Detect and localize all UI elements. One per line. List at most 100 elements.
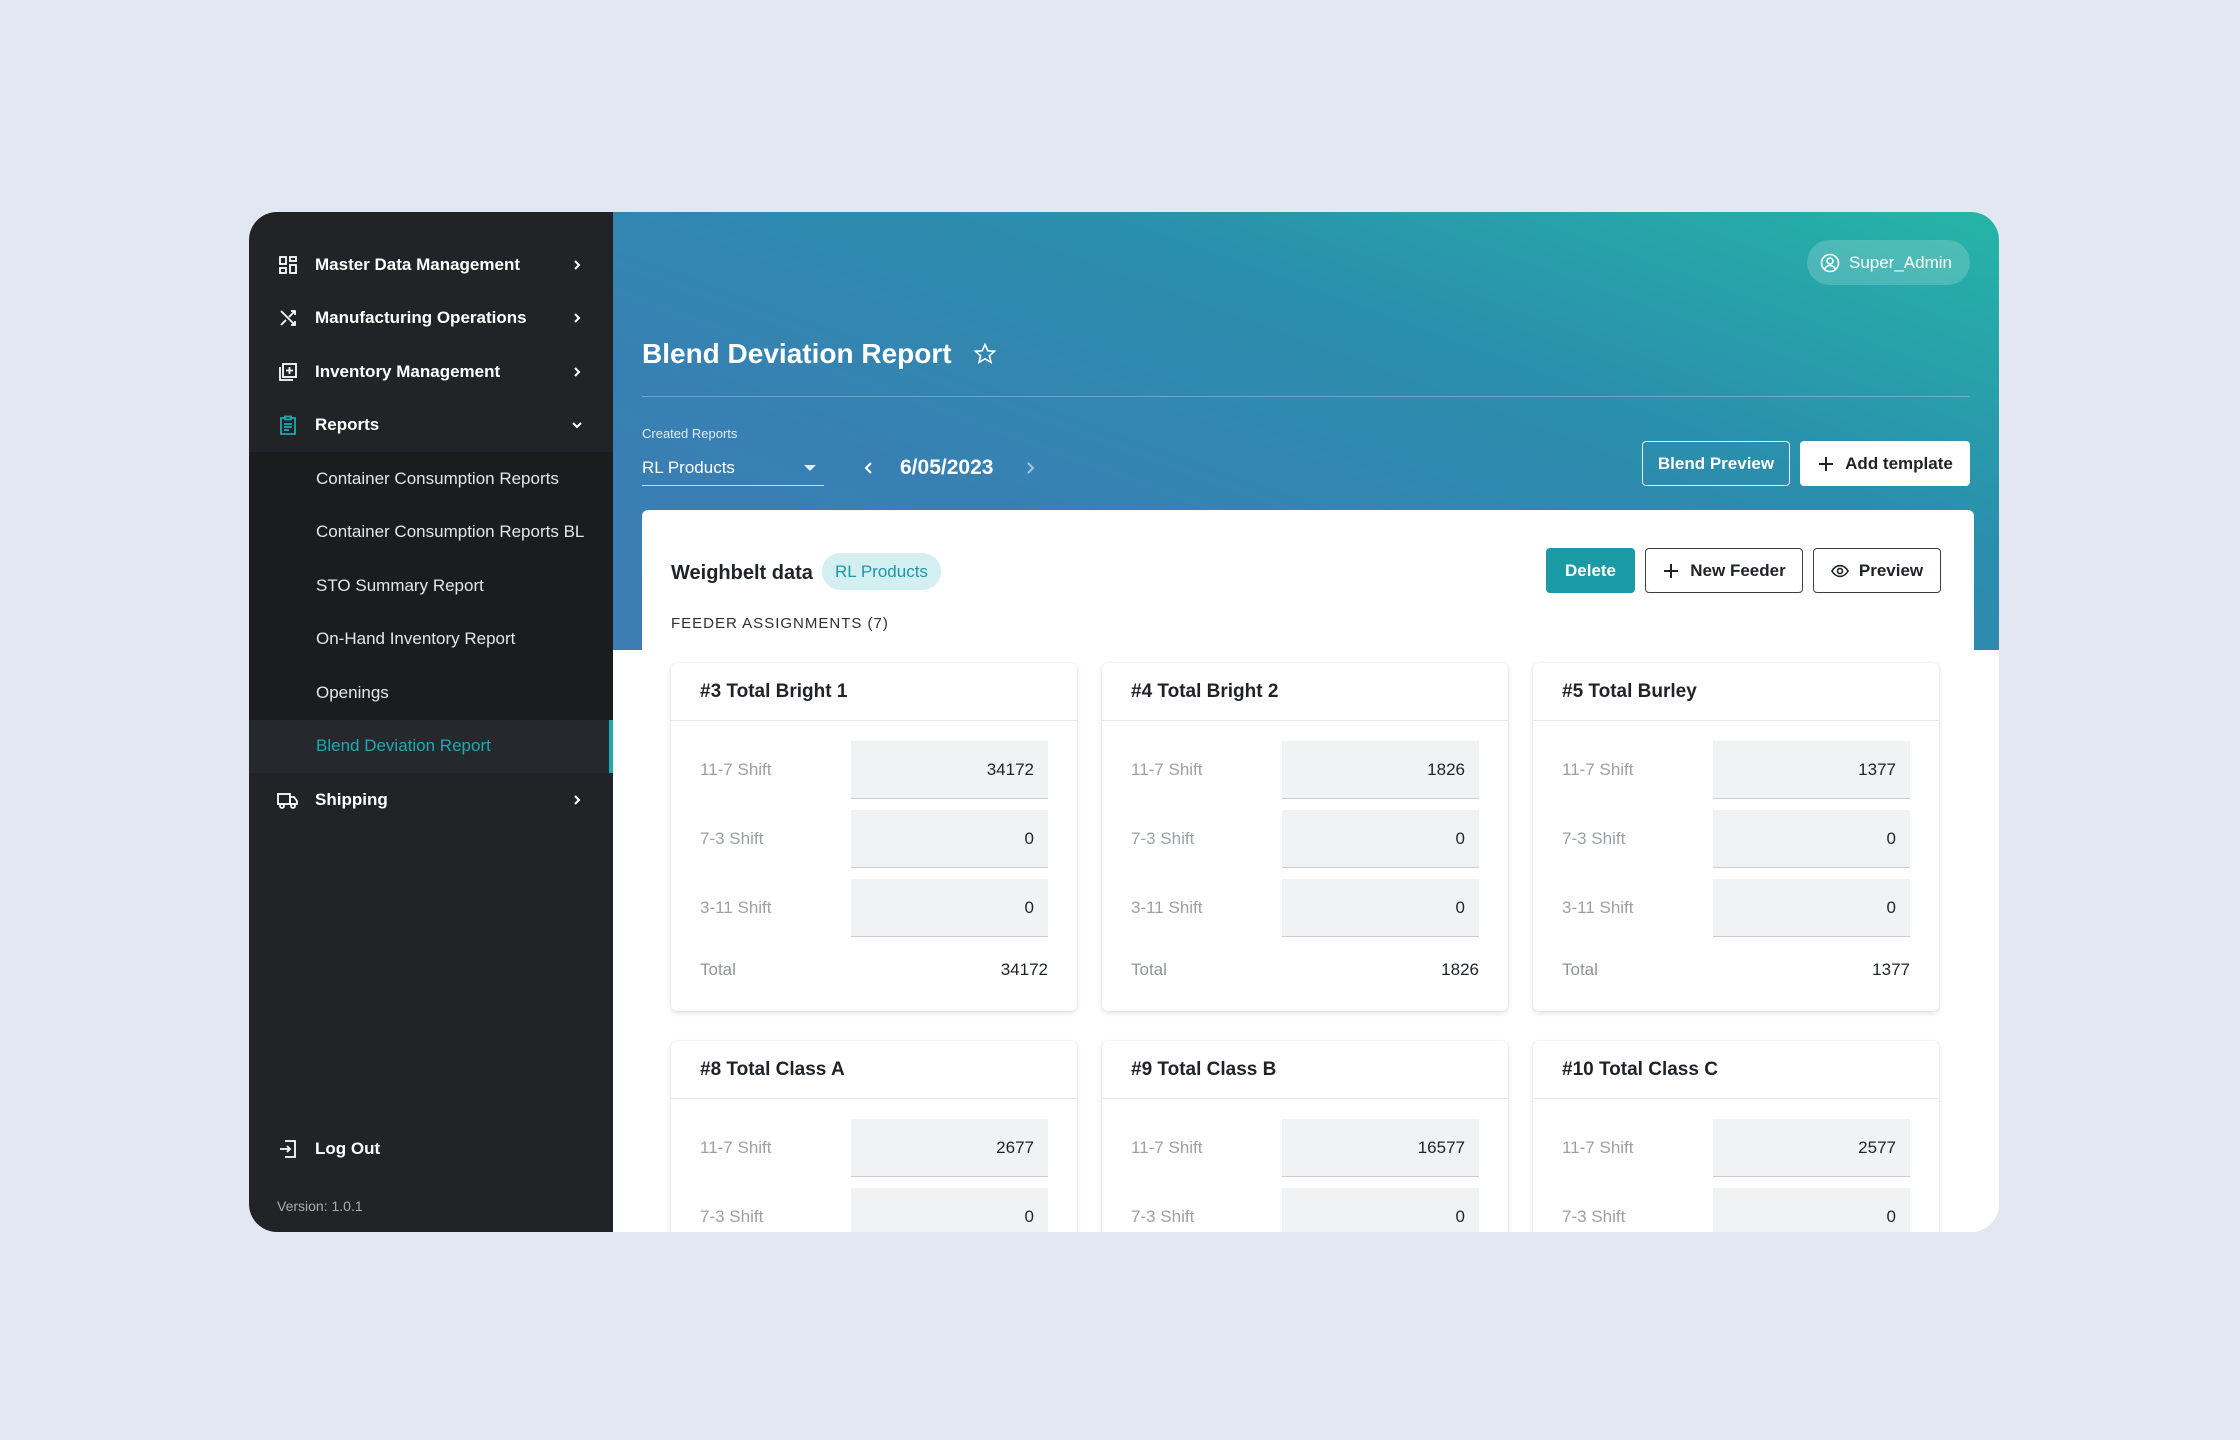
star-icon[interactable] [972, 341, 998, 367]
shift-label: 3-11 Shift [1131, 898, 1203, 917]
preview-button[interactable]: Preview [1813, 548, 1941, 593]
shift-row: 7-3 Shift 0 [1562, 810, 1910, 868]
shift-row: 7-3 Shift 0 [1562, 1188, 1910, 1232]
sidebar-subitem-container-consumption[interactable]: Container Consumption Reports [249, 452, 613, 506]
shift-label: 11-7 Shift [1562, 1138, 1634, 1157]
sidebar-item-reports[interactable]: Reports [249, 399, 613, 453]
shift-value-input[interactable]: 0 [851, 879, 1048, 937]
shift-value-input[interactable]: 0 [1713, 1188, 1910, 1232]
page-title: Blend Deviation Report [642, 338, 998, 370]
sidebar-subitem-container-consumption-bl[interactable]: Container Consumption Reports BL [249, 506, 613, 560]
chevron-right-icon [569, 310, 585, 326]
sidebar-item-label: Shipping [315, 789, 388, 809]
eye-icon [1830, 562, 1849, 580]
feeder-cards-grid: #3 Total Bright 1 11-7 Shift 34172 7-3 S… [671, 663, 1941, 1232]
logout-label: Log Out [315, 1139, 381, 1158]
selected-report: RL Products [642, 457, 735, 477]
sidebar-item-label: Manufacturing Operations [315, 308, 527, 328]
shift-label: 3-11 Shift [1562, 898, 1634, 917]
plus-icon [1662, 562, 1680, 580]
shift-label: 7-3 Shift [1562, 829, 1626, 848]
shift-value-input[interactable]: 1377 [1713, 741, 1910, 799]
sidebar-item-shipping[interactable]: Shipping [249, 773, 613, 827]
shuffle-icon [277, 307, 299, 329]
feeder-card: #5 Total Burley 11-7 Shift 1377 7-3 Shif… [1533, 663, 1939, 1011]
sidebar-item-inventory[interactable]: Inventory Management [249, 345, 613, 399]
feeder-card: #3 Total Bright 1 11-7 Shift 34172 7-3 S… [671, 663, 1077, 1011]
shift-row: 3-11 Shift 0 [700, 879, 1048, 937]
shift-label: 7-3 Shift [1562, 1207, 1626, 1226]
chevron-down-icon [569, 417, 585, 433]
total-value: 34172 [1000, 960, 1048, 979]
shift-value-input[interactable]: 0 [1282, 879, 1479, 937]
sidebar-subitem-sto-summary[interactable]: STO Summary Report [249, 559, 613, 613]
feeder-card: #10 Total Class C 11-7 Shift 2577 7-3 Sh… [1533, 1041, 1939, 1232]
sidebar-item-manufacturing[interactable]: Manufacturing Operations [249, 292, 613, 346]
sidebar-subitem-on-hand-inventory[interactable]: On-Hand Inventory Report [249, 613, 613, 667]
delete-button[interactable]: Delete [1546, 548, 1635, 593]
chevron-right-icon [569, 792, 585, 808]
shift-row: 11-7 Shift 16577 [1131, 1119, 1479, 1177]
shift-value-input[interactable]: 16577 [1282, 1119, 1479, 1177]
dashboard-icon [277, 254, 299, 276]
chevron-right-icon[interactable] [1019, 457, 1041, 479]
sidebar-subitem-openings[interactable]: Openings [249, 666, 613, 720]
shift-row: 11-7 Shift 2577 [1562, 1119, 1910, 1177]
logout-button[interactable]: Log Out [277, 1138, 380, 1160]
total-row: Total 1377 [1562, 941, 1910, 999]
app-window: Master Data Management Manufacturing Ope… [249, 212, 1999, 1232]
user-circle-icon [1819, 252, 1841, 274]
page-title-text: Blend Deviation Report [642, 338, 952, 369]
blend-preview-button[interactable]: Blend Preview [1642, 441, 1790, 486]
shift-row: 3-11 Shift 0 [1131, 879, 1479, 937]
total-value: 1826 [1441, 960, 1479, 979]
shift-row: 11-7 Shift 1826 [1131, 741, 1479, 799]
shift-value-input[interactable]: 2677 [851, 1119, 1048, 1177]
total-row: Total 1826 [1131, 941, 1479, 999]
shift-label: 11-7 Shift [1562, 760, 1634, 779]
sidebar-subitem-blend-deviation[interactable]: Blend Deviation Report [249, 719, 613, 773]
report-tag: RL Products [822, 553, 941, 590]
sidebar-item-label: Master Data Management [315, 254, 521, 274]
sidebar-item-label: Inventory Management [315, 361, 501, 381]
feeder-card: #8 Total Class A 11-7 Shift 2677 7-3 Shi… [671, 1041, 1077, 1232]
caret-down-icon [804, 464, 816, 471]
shift-value-input[interactable]: 1826 [1282, 741, 1479, 799]
add-template-button[interactable]: Add template [1800, 441, 1970, 486]
chevron-left-icon[interactable] [858, 457, 880, 479]
created-reports-select[interactable]: RL Products [642, 450, 824, 486]
feeder-title: #10 Total Class C [1533, 1041, 1939, 1099]
current-date: 6/05/2023 [900, 456, 994, 479]
shift-value-input[interactable]: 0 [1713, 879, 1910, 937]
feeder-title: #8 Total Class A [671, 1041, 1077, 1099]
shift-value-input[interactable]: 0 [1713, 810, 1910, 868]
shift-value-input[interactable]: 0 [851, 1188, 1048, 1232]
shift-value-input[interactable]: 0 [1282, 810, 1479, 868]
shift-label: 11-7 Shift [700, 1138, 772, 1157]
feeder-title: #4 Total Bright 2 [1102, 663, 1508, 721]
inventory-icon [277, 361, 299, 383]
shift-label: 3-11 Shift [700, 898, 772, 917]
feeder-card: #4 Total Bright 2 11-7 Shift 1826 7-3 Sh… [1102, 663, 1508, 1011]
total-label: Total [1562, 960, 1598, 979]
shift-value-input[interactable]: 2577 [1713, 1119, 1910, 1177]
shift-row: 7-3 Shift 0 [1131, 810, 1479, 868]
new-feeder-button[interactable]: New Feeder [1645, 548, 1803, 593]
sidebar-item-master-data[interactable]: Master Data Management [249, 238, 613, 292]
shift-value-input[interactable]: 0 [1282, 1188, 1479, 1232]
new-feeder-label: New Feeder [1690, 560, 1786, 580]
shift-row: 11-7 Shift 34172 [700, 741, 1048, 799]
shift-label: 7-3 Shift [1131, 1207, 1195, 1226]
shift-value-input[interactable]: 34172 [851, 741, 1048, 799]
user-menu[interactable]: Super_Admin [1806, 240, 1970, 285]
total-row: Total 34172 [700, 941, 1048, 999]
created-reports-label: Created Reports [642, 426, 738, 441]
shift-row: 3-11 Shift 0 [1562, 879, 1910, 937]
plus-icon [1817, 455, 1835, 473]
shift-label: 7-3 Shift [1131, 829, 1195, 848]
sidebar-item-label: Reports [315, 415, 380, 435]
shift-row: 11-7 Shift 2677 [700, 1119, 1048, 1177]
add-template-label: Add template [1845, 453, 1953, 473]
reports-submenu: Container Consumption Reports Container … [249, 452, 613, 773]
shift-value-input[interactable]: 0 [851, 810, 1048, 868]
